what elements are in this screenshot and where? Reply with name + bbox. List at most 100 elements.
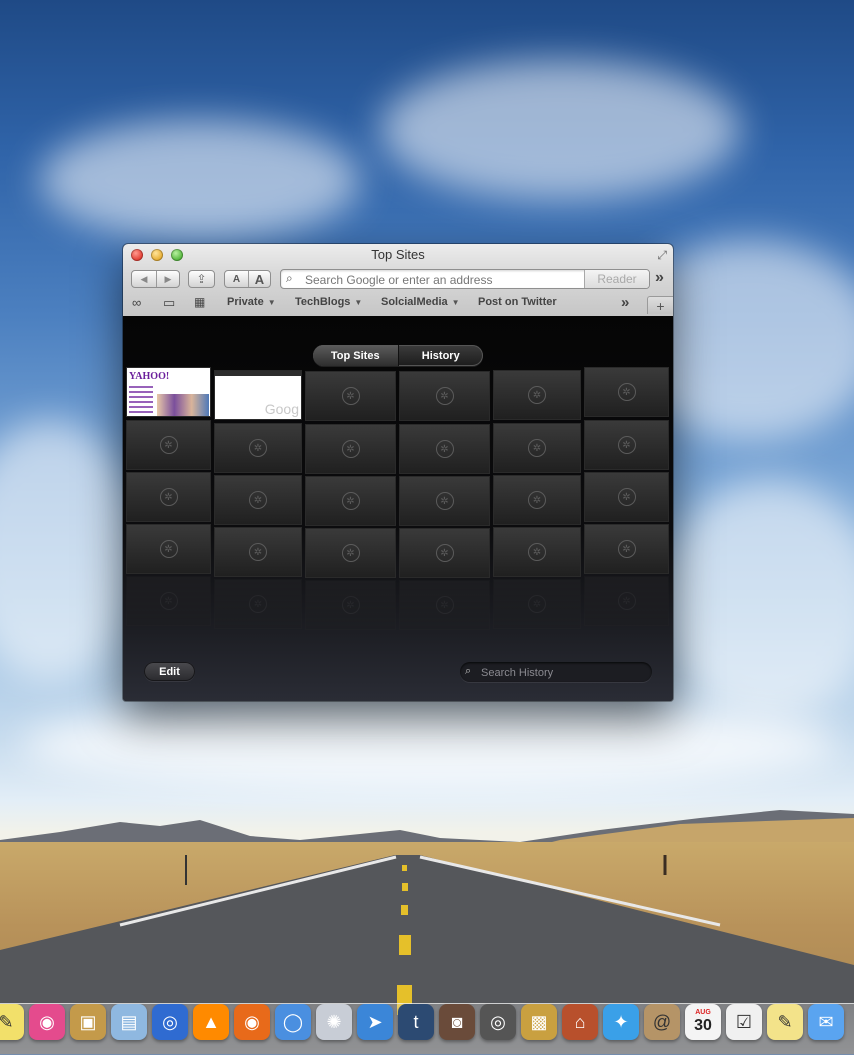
dropdown-caret-icon: ▼ <box>267 298 276 307</box>
vlc-icon[interactable]: ▲ <box>193 1004 229 1040</box>
tumblr-icon[interactable]: t <box>398 1004 434 1040</box>
safari-compass-placeholder-icon: ✲ <box>249 543 267 561</box>
tab-top-sites[interactable]: Top Sites <box>313 345 399 366</box>
bookmark-post-on-twitter[interactable]: Post on Twitter <box>478 296 557 308</box>
thumbnail-reflection: ✲ <box>399 580 490 630</box>
empty-top-site-slot[interactable]: ✲ <box>399 371 490 421</box>
empty-top-site-slot[interactable]: ✲ <box>493 475 581 525</box>
edit-button[interactable]: Edit <box>144 662 195 681</box>
empty-top-site-slot[interactable]: ✲ <box>126 472 211 522</box>
empty-top-site-slot[interactable]: ✲ <box>399 476 490 526</box>
address-book-icon[interactable]: @ <box>644 1004 680 1040</box>
google-logo: Goog <box>264 401 299 417</box>
camera-icon[interactable]: ◎ <box>480 1004 516 1040</box>
safari-compass-placeholder-icon: ✲ <box>528 595 546 613</box>
reader-button[interactable]: Reader <box>584 270 649 288</box>
bookmark-folder-socialmedia[interactable]: SolcialMedia ▼ <box>381 296 460 308</box>
empty-top-site-slot[interactable]: ✲ <box>584 472 669 522</box>
photo-booth-icon[interactable]: ◙ <box>439 1004 475 1040</box>
view-switcher: Top Sites History <box>313 345 483 366</box>
back-forward-control: ◀ ▶ <box>131 270 180 288</box>
calendar-icon[interactable]: AUG 30 <box>685 1004 721 1040</box>
window-title: Top Sites <box>371 247 425 262</box>
search-history-input[interactable] <box>479 664 648 681</box>
safari-compass-placeholder-icon: ✲ <box>341 492 360 510</box>
top-site-yahoo[interactable]: YAHOO! <box>126 367 211 417</box>
tab-history[interactable]: History <box>399 345 484 366</box>
toolbar-overflow-button[interactable]: » <box>655 269 664 287</box>
empty-top-site-slot[interactable]: ✲ <box>305 528 396 578</box>
safari-compass-placeholder-icon: ✲ <box>528 543 546 561</box>
safari-icon[interactable]: ✺ <box>316 1004 352 1040</box>
safari-compass-placeholder-icon: ✲ <box>341 387 360 405</box>
top-site-google[interactable]: Goog <box>214 370 302 420</box>
package-icon[interactable]: ▩ <box>521 1004 557 1040</box>
reading-list-icon[interactable]: ∞ <box>132 295 141 310</box>
empty-top-site-slot[interactable]: ✲ <box>493 423 581 473</box>
bookmarks-overflow-button[interactable]: » <box>621 294 629 311</box>
empty-top-site-slot[interactable]: ✲ <box>214 527 302 577</box>
safari-compass-placeholder-icon: ✲ <box>435 544 454 562</box>
text-bigger-button[interactable]: A <box>248 271 271 287</box>
empty-top-site-slot[interactable]: ✲ <box>214 423 302 473</box>
safari-compass-placeholder-icon: ✲ <box>435 596 454 614</box>
empty-top-site-slot[interactable]: ✲ <box>305 476 396 526</box>
twitter-icon[interactable]: ✦ <box>603 1004 639 1040</box>
empty-top-site-slot[interactable]: ✲ <box>399 424 490 474</box>
thumbnail-reflection: ✲ <box>493 579 581 629</box>
safari-compass-placeholder-icon: ✲ <box>159 592 178 610</box>
empty-top-site-slot[interactable]: ✲ <box>305 424 396 474</box>
empty-top-site-slot[interactable]: ✲ <box>126 524 211 574</box>
empty-top-site-slot[interactable]: ✲ <box>493 527 581 577</box>
fullscreen-icon[interactable]: ⤢ <box>657 248 667 263</box>
top-sites-view: Top Sites History YAHOO! Goog ✲ ✲ ✲ ✲ ✲ ✲ ✲ ✲ ✲ ✲ ✲ ✲… <box>123 316 673 701</box>
safari-window: Top Sites ⤢ ◀ ▶ ⇪ A A ⌕ Reader » ∞ ▭ <box>123 244 673 701</box>
bookmark-folder-private[interactable]: Private ▼ <box>227 296 276 308</box>
color-picker-icon[interactable]: ◉ <box>29 1004 65 1040</box>
safari-compass-placeholder-icon: ✲ <box>249 595 267 613</box>
safari-compass-placeholder-icon: ✲ <box>528 386 546 404</box>
preview-icon[interactable]: ▣ <box>70 1004 106 1040</box>
send-arrow-icon[interactable]: ➤ <box>357 1004 393 1040</box>
safari-compass-placeholder-icon: ✲ <box>528 491 546 509</box>
share-button[interactable]: ⇪ <box>188 270 215 288</box>
top-sites-grid-icon[interactable]: ▦ <box>194 295 205 309</box>
new-tab-button[interactable]: + <box>647 296 673 314</box>
notes-icon[interactable]: ✎ <box>767 1004 803 1040</box>
address-input[interactable] <box>303 271 587 289</box>
bookmarks-book-icon[interactable]: ▭ <box>163 295 175 311</box>
messages-icon[interactable]: ✉ <box>808 1004 844 1040</box>
safari-compass-placeholder-icon: ✲ <box>617 592 636 610</box>
safari-compass-placeholder-icon: ✲ <box>617 540 636 558</box>
empty-top-site-slot[interactable]: ✲ <box>584 420 669 470</box>
stickies-icon[interactable]: ✎ <box>0 1004 24 1040</box>
image-capture-icon[interactable]: ▤ <box>111 1004 147 1040</box>
birdhouse-icon[interactable]: ⌂ <box>562 1004 598 1040</box>
safari-compass-placeholder-icon: ✲ <box>159 436 178 454</box>
back-button[interactable]: ◀ <box>132 271 157 287</box>
reminders-icon[interactable]: ☑ <box>726 1004 762 1040</box>
forward-button[interactable]: ▶ <box>156 271 180 287</box>
dropdown-caret-icon: ▼ <box>451 298 460 307</box>
safari-compass-placeholder-icon: ✲ <box>159 488 178 506</box>
thumbnail-reflection: ✲ <box>214 579 302 629</box>
empty-top-site-slot[interactable]: ✲ <box>214 475 302 525</box>
window-toolbar: Top Sites ⤢ ◀ ▶ ⇪ A A ⌕ Reader » ∞ ▭ <box>123 244 673 317</box>
empty-top-site-slot[interactable]: ✲ <box>584 367 669 417</box>
firefox-icon[interactable]: ◉ <box>234 1004 270 1040</box>
empty-top-site-slot[interactable]: ✲ <box>584 524 669 574</box>
empty-top-site-slot[interactable]: ✲ <box>126 420 211 470</box>
safari-compass-placeholder-icon: ✲ <box>435 387 454 405</box>
empty-top-site-slot[interactable]: ✲ <box>399 528 490 578</box>
empty-top-site-slot[interactable]: ✲ <box>305 371 396 421</box>
yahoo-logo: YAHOO! <box>129 371 170 382</box>
quicktime-icon[interactable]: ◎ <box>152 1004 188 1040</box>
dropdown-caret-icon: ▼ <box>354 298 363 307</box>
safari-compass-placeholder-icon: ✲ <box>617 488 636 506</box>
chrome-icon[interactable]: ◯ <box>275 1004 311 1040</box>
bookmarks-bar: ∞ ▭ ▦ Private ▼ TechBlogs ▼ SolcialMedia ▼ … <box>123 294 673 314</box>
bookmark-folder-techblogs[interactable]: TechBlogs ▼ <box>295 296 362 308</box>
empty-top-site-slot[interactable]: ✲ <box>493 370 581 420</box>
calendar-day: 30 <box>694 1017 712 1034</box>
text-smaller-button[interactable]: A <box>225 271 249 287</box>
